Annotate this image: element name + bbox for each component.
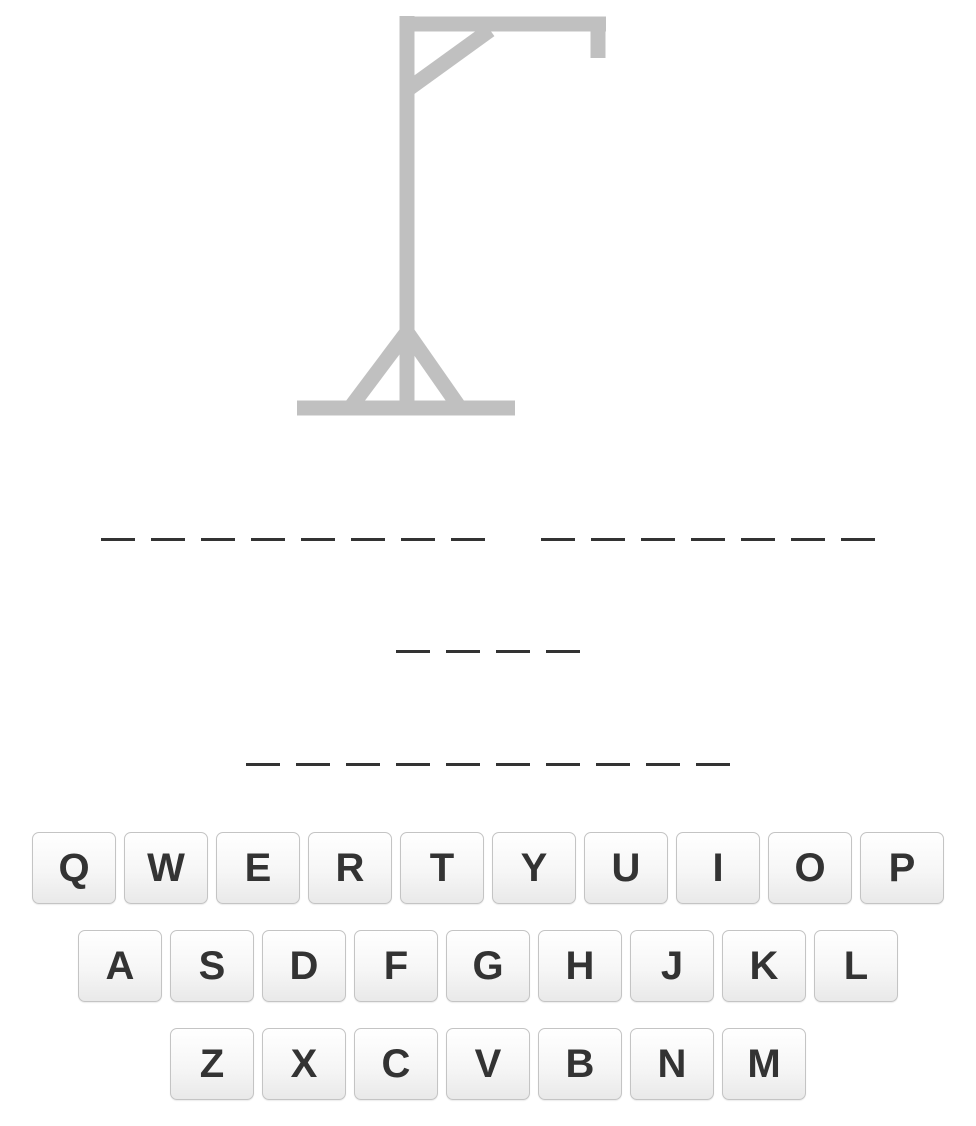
letter-blank <box>251 537 285 541</box>
keyboard-row: ASDFGHJKL <box>0 930 976 1002</box>
letter-blank <box>541 537 575 541</box>
letter-blank <box>646 762 680 766</box>
key-u[interactable]: U <box>584 832 668 904</box>
key-c[interactable]: C <box>354 1028 438 1100</box>
letter-blank <box>791 537 825 541</box>
letter-blank <box>296 762 330 766</box>
letter-blank <box>591 537 625 541</box>
key-t[interactable]: T <box>400 832 484 904</box>
key-g[interactable]: G <box>446 930 530 1002</box>
key-p[interactable]: P <box>860 832 944 904</box>
key-o[interactable]: O <box>768 832 852 904</box>
letter-blank <box>396 649 430 653</box>
letter-blank <box>401 537 435 541</box>
key-l[interactable]: L <box>814 930 898 1002</box>
gallows-drawing <box>297 16 606 416</box>
key-y[interactable]: Y <box>492 832 576 904</box>
gallows-support-left <box>344 327 413 413</box>
letter-blank <box>741 537 775 541</box>
key-b[interactable]: B <box>538 1028 622 1100</box>
key-q[interactable]: Q <box>32 832 116 904</box>
word-gap <box>493 538 533 541</box>
key-a[interactable]: A <box>78 930 162 1002</box>
letter-blank <box>201 537 235 541</box>
puzzle-line <box>0 529 976 549</box>
key-f[interactable]: F <box>354 930 438 1002</box>
letter-blank <box>841 537 875 541</box>
key-i[interactable]: I <box>676 832 760 904</box>
key-z[interactable]: Z <box>170 1028 254 1100</box>
letter-blank <box>691 537 725 541</box>
keyboard-row: QWERTYUIOP <box>0 832 976 904</box>
letter-blank <box>596 762 630 766</box>
letter-blank <box>301 537 335 541</box>
letter-blank <box>546 649 580 653</box>
letter-blank <box>446 762 480 766</box>
letter-blank <box>446 649 480 653</box>
key-n[interactable]: N <box>630 1028 714 1100</box>
letter-blank <box>351 537 385 541</box>
gallows-support-right <box>400 327 467 413</box>
letter-blank <box>246 762 280 766</box>
letter-blank <box>396 762 430 766</box>
key-s[interactable]: S <box>170 930 254 1002</box>
letter-blank <box>346 762 380 766</box>
key-x[interactable]: X <box>262 1028 346 1100</box>
key-w[interactable]: W <box>124 832 208 904</box>
letter-blank <box>641 537 675 541</box>
letter-blank <box>546 762 580 766</box>
key-k[interactable]: K <box>722 930 806 1002</box>
puzzle-line <box>0 641 976 661</box>
letter-blank <box>101 537 135 541</box>
keyboard-row: ZXCVBNM <box>0 1028 976 1100</box>
key-d[interactable]: D <box>262 930 346 1002</box>
key-h[interactable]: H <box>538 930 622 1002</box>
key-m[interactable]: M <box>722 1028 806 1100</box>
key-r[interactable]: R <box>308 832 392 904</box>
gallows-brace <box>402 23 495 97</box>
letter-blank <box>696 762 730 766</box>
letter-blank <box>151 537 185 541</box>
key-e[interactable]: E <box>216 832 300 904</box>
key-v[interactable]: V <box>446 1028 530 1100</box>
letter-blank <box>496 762 530 766</box>
puzzle-line <box>0 754 976 774</box>
letter-blank <box>496 649 530 653</box>
letter-blank <box>451 537 485 541</box>
key-j[interactable]: J <box>630 930 714 1002</box>
